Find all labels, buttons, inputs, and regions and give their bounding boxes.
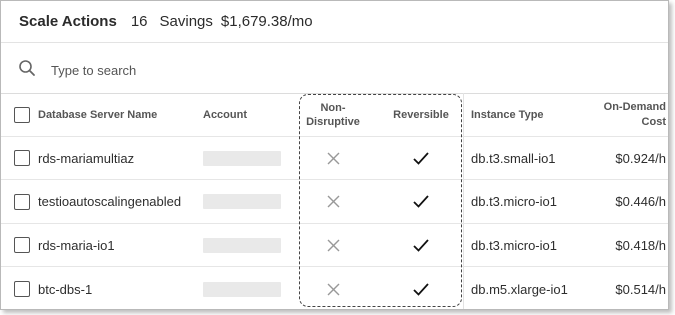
- database-server-name: testioautoscalingenabled: [38, 194, 182, 209]
- column-header-non-disruptive[interactable]: Non- Disruptive: [301, 94, 365, 136]
- account-cell: [203, 267, 293, 309]
- row-checkbox[interactable]: [14, 237, 30, 253]
- savings-label: Savings: [159, 13, 213, 30]
- database-server-name: btc-dbs-1: [38, 281, 93, 297]
- reversible-check-icon: [381, 267, 461, 309]
- reversible-check-icon: [381, 180, 461, 223]
- column-divider: [463, 93, 464, 309]
- non-disruptive-x-icon: [301, 180, 365, 223]
- database-server-name: rds-maria-io1: [38, 237, 115, 253]
- instance-type: db.t3.small-io1: [471, 150, 556, 166]
- non-disruptive-x-icon: [301, 267, 365, 309]
- column-header-name[interactable]: Database Server Name: [38, 94, 198, 136]
- search-bar: [1, 51, 668, 89]
- non-disruptive-x-icon: [301, 224, 365, 266]
- table-row[interactable]: rds-mariamultiaz db.t3.small-io1 $0.924/…: [1, 136, 668, 179]
- panel-title: Scale Actions: [19, 13, 117, 30]
- column-header-reversible[interactable]: Reversible: [381, 94, 461, 136]
- table-header: Database Server Name Account Non- Disrup…: [1, 93, 668, 136]
- account-placeholder: [203, 237, 281, 253]
- account-cell: [203, 224, 293, 266]
- account-placeholder: [203, 281, 281, 297]
- instance-type: db.t3.micro-io1: [471, 194, 557, 209]
- panel-header: Scale Actions 16 Savings $1,679.38/mo: [1, 1, 668, 43]
- reversible-check-icon: [381, 137, 461, 179]
- on-demand-cost: $0.924/h: [615, 150, 666, 166]
- row-checkbox[interactable]: [14, 193, 30, 210]
- reversible-check-icon: [381, 224, 461, 266]
- table-row[interactable]: btc-dbs-1 db.m5.xlarge-io1 $0.514/h: [1, 266, 668, 309]
- table-row[interactable]: testioautoscalingenabled db.t3.micro-io1…: [1, 179, 668, 223]
- column-header-instance-type[interactable]: Instance Type: [471, 94, 581, 136]
- account-cell: [203, 137, 293, 179]
- scale-actions-panel: Scale Actions 16 Savings $1,679.38/mo Da…: [0, 0, 669, 310]
- table-row[interactable]: rds-maria-io1 db.t3.micro-io1 $0.418/h: [1, 223, 668, 266]
- on-demand-cost: $0.446/h: [615, 194, 666, 209]
- instance-type: db.t3.micro-io1: [471, 237, 557, 253]
- column-header-cost[interactable]: On-Demand Cost: [581, 94, 668, 136]
- select-all-checkbox[interactable]: [14, 107, 30, 123]
- instance-type: db.m5.xlarge-io1: [471, 281, 568, 297]
- action-count: 16: [130, 13, 148, 30]
- account-placeholder: [203, 150, 281, 166]
- savings-value: $1,679.38/mo: [220, 13, 313, 30]
- row-checkbox[interactable]: [14, 150, 30, 166]
- row-checkbox[interactable]: [14, 281, 30, 297]
- column-header-account[interactable]: Account: [203, 94, 293, 136]
- database-server-name: rds-mariamultiaz: [38, 150, 135, 166]
- search-icon: [18, 59, 36, 82]
- on-demand-cost: $0.514/h: [615, 281, 666, 297]
- account-placeholder: [203, 194, 281, 209]
- on-demand-cost: $0.418/h: [615, 237, 666, 253]
- non-disruptive-x-icon: [301, 137, 365, 179]
- search-input[interactable]: [51, 62, 351, 78]
- account-cell: [203, 180, 293, 223]
